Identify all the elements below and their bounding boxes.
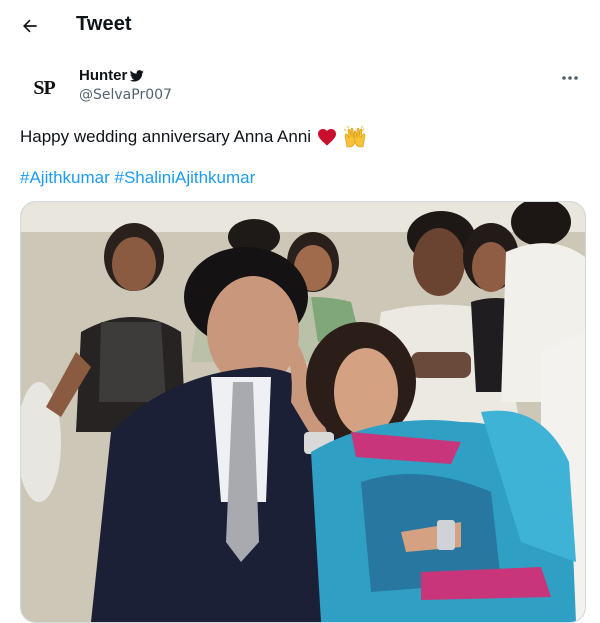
avatar[interactable]: SP [20,64,68,112]
hashtag-shaliniajithkumar[interactable]: #ShaliniAjithkumar [115,168,256,187]
top-bar: Tweet [0,0,600,52]
author-names: Hunter @SelvaPr007 [79,67,172,103]
back-button[interactable] [12,8,48,44]
handle[interactable]: @SelvaPr007 [79,87,172,103]
more-options-button[interactable] [558,68,582,88]
hashtag-ajithkumar[interactable]: #Ajithkumar [20,168,110,187]
tweet-text: Happy wedding anniversary Anna Anni [20,126,367,148]
bird-icon [130,69,145,82]
raised-hands-icon [343,126,366,148]
hashtag-list: #Ajithkumar #ShaliniAjithkumar [20,167,255,189]
photo-illustration [21,202,585,622]
display-name-link[interactable]: Hunter [79,67,172,84]
page-title: Tweet [76,13,132,35]
display-name: Hunter [79,67,128,84]
arrow-left-icon [23,19,37,33]
more-dots-icon [562,76,578,80]
tweet-photo[interactable] [20,201,586,623]
heart-icon [318,128,337,146]
tweet-text-content: Happy wedding anniversary Anna Anni [20,127,312,146]
tweet-author: SP Hunter @SelvaPr007 [20,64,590,112]
